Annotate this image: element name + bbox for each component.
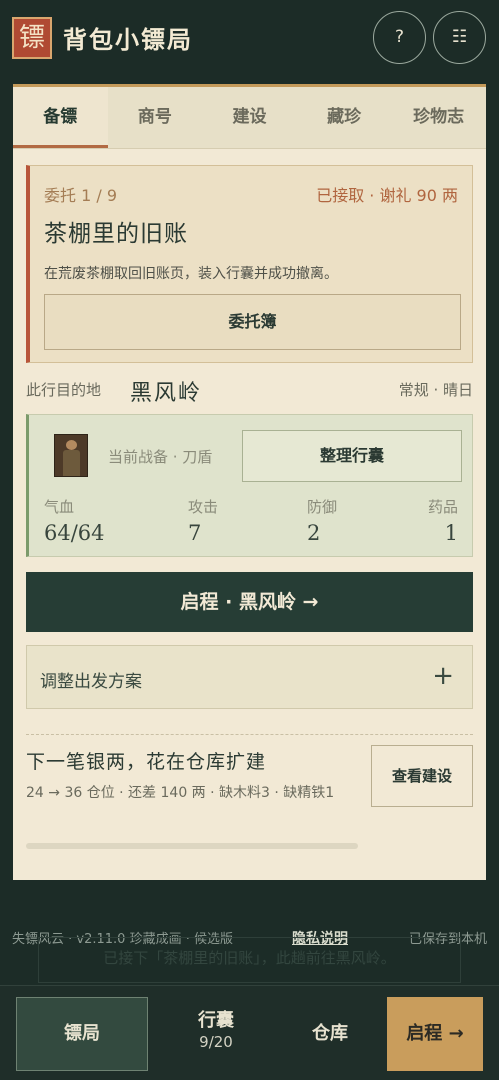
stat-label: 攻击	[188, 498, 219, 516]
plus-icon: +	[432, 661, 454, 691]
tab-treasure[interactable]: 藏珍	[297, 87, 392, 148]
tab-shop[interactable]: 商号	[108, 87, 203, 148]
stat-value: 1	[444, 521, 458, 545]
destination-label: 此行目的地	[26, 381, 102, 399]
start-journey-button[interactable]: 启程 · 黑风岭 →	[26, 572, 473, 632]
character-portrait	[54, 434, 88, 477]
logo-seal-icon: 镖	[12, 17, 52, 59]
nav-store[interactable]: 仓库	[280, 997, 380, 1071]
view-build-button[interactable]: 查看建设	[371, 745, 473, 807]
nav-go-button[interactable]: 启程 →	[387, 997, 483, 1071]
adjust-plan-label: 调整出发方案	[40, 672, 142, 692]
divider	[26, 734, 473, 735]
gear-label: 当前战备 · 刀盾	[108, 448, 213, 466]
main-card: 备镖 商号 建设 藏珍 珍物志 委托 1 / 9 已接取 · 谢礼 90 两 茶…	[13, 84, 486, 880]
commission-panel: 委托 1 / 9 已接取 · 谢礼 90 两 茶棚里的旧账 在荒废茶棚取回旧账页…	[26, 165, 473, 363]
commission-status: 已接取 · 谢礼 90 两	[316, 186, 458, 205]
menu-button[interactable]: ☷	[433, 11, 486, 64]
stat-label: 防御	[307, 498, 338, 516]
commission-count: 委托 1 / 9	[44, 186, 118, 205]
commission-title: 茶棚里的旧账	[44, 221, 188, 247]
next-goal-title: 下一笔银两，花在仓库扩建	[26, 751, 267, 773]
tab-build[interactable]: 建设	[202, 87, 297, 148]
tab-bar: 备镖 商号 建设 藏珍 珍物志	[13, 87, 486, 149]
nav-bag[interactable]: 行囊 9/20	[167, 997, 265, 1071]
organize-pack-button[interactable]: 整理行囊	[242, 430, 462, 482]
help-button[interactable]: ?	[373, 11, 426, 64]
nav-bag-count: 9/20	[199, 1033, 233, 1051]
goal-progress-bar	[26, 843, 358, 849]
stat-medicine: 药品 1	[428, 496, 458, 545]
status-panel: 当前战备 · 刀盾 整理行囊 气血 64/64 攻击 7 防御 2 药品 1	[26, 414, 473, 557]
toast-message: 已接下「茶棚里的旧账」，此趟前往黑风岭。	[38, 937, 461, 983]
stat-hp: 气血 64/64	[44, 496, 105, 545]
stat-label: 气血	[44, 498, 75, 516]
adjust-plan-toggle[interactable]: 调整出发方案 +	[26, 645, 473, 709]
stat-label: 药品	[427, 498, 458, 516]
tab-prepare[interactable]: 备镖	[13, 87, 108, 148]
next-goal-detail: 24 → 36 仓位 · 还差 140 两 · 缺木料3 · 缺精铁1	[26, 785, 335, 801]
destination-name: 黑风岭	[130, 381, 203, 406]
bottom-nav: 镖局 行囊 9/20 仓库 启程 →	[0, 985, 499, 1080]
stat-value: 2	[307, 521, 321, 545]
destination-conditions: 常规 · 晴日	[398, 381, 473, 399]
stat-defense: 防御 2	[307, 496, 337, 545]
tab-codex[interactable]: 珍物志	[391, 87, 486, 148]
stat-value: 7	[188, 521, 202, 545]
stat-attack: 攻击 7	[188, 496, 218, 545]
stat-value: 64/64	[44, 521, 105, 545]
app-header: 镖 背包小镖局 ? ☷	[0, 0, 499, 76]
nav-bag-label: 行囊	[198, 1010, 234, 1031]
app-title: 背包小镖局	[63, 25, 193, 54]
commission-description: 在荒废茶棚取回旧账页，装入行囊并成功撤离。	[44, 266, 338, 282]
nav-home[interactable]: 镖局	[16, 997, 148, 1071]
commission-book-button[interactable]: 委托簿	[44, 294, 461, 350]
